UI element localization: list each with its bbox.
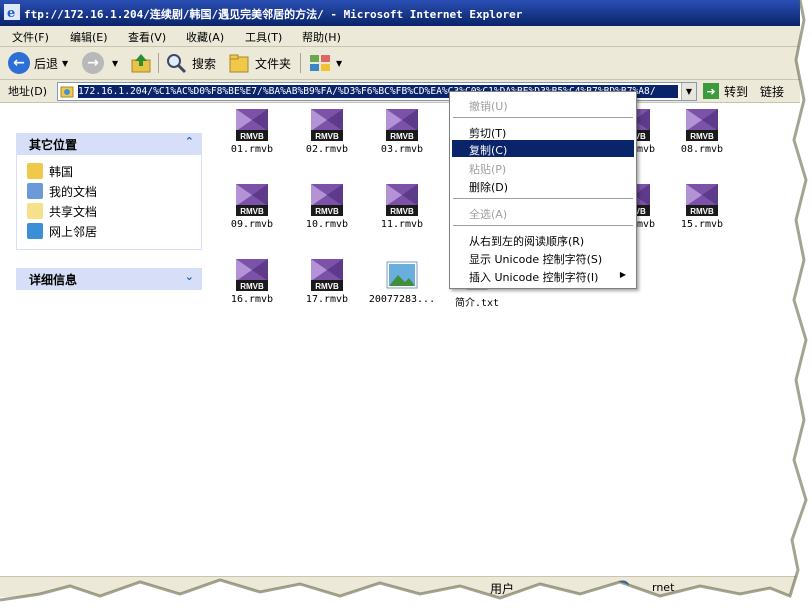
torn-edge-frame	[0, 0, 812, 612]
